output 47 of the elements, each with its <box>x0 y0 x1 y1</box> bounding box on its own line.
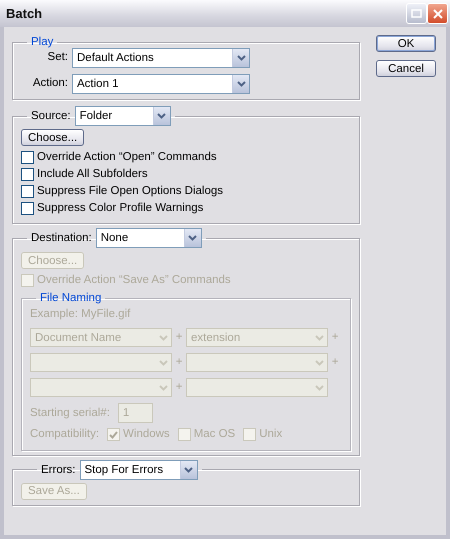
plus-sign: + <box>330 355 340 370</box>
close-button[interactable] <box>427 3 448 24</box>
field-label: Source: <box>31 109 71 123</box>
checkbox[interactable] <box>21 185 34 198</box>
field-label: Errors: <box>41 462 76 476</box>
dropdown[interactable]: None <box>96 228 202 248</box>
checkbox[interactable] <box>21 168 34 181</box>
field-label: Set: <box>46 50 68 66</box>
caret-icon <box>184 466 193 472</box>
example-text: Example: MyFile.gif <box>30 307 132 322</box>
caret-icon <box>158 384 168 391</box>
field-label: Destination: <box>31 231 92 245</box>
checkbox-label[interactable]: Include All Subfolders <box>37 166 148 184</box>
caret-icon <box>314 360 324 366</box>
caret-icon <box>158 334 168 341</box>
caret-icon <box>158 360 168 366</box>
checkbox[interactable] <box>21 202 34 215</box>
caret-icon <box>188 235 198 241</box>
checkbox[interactable] <box>21 151 34 164</box>
checkbox-label[interactable]: Suppress File Open Options Dialogs <box>37 182 224 200</box>
group-title: Play <box>30 35 54 49</box>
caret-icon <box>236 55 246 61</box>
checkbox-label[interactable]: Suppress Color Profile Warnings <box>37 200 204 218</box>
field-label: Action: <box>32 76 68 92</box>
dropdown[interactable]: Stop For Errors <box>80 460 198 480</box>
plus-sign: + <box>174 380 184 396</box>
cancel-button[interactable]: Cancel <box>376 60 436 77</box>
dropdown[interactable]: Folder <box>74 106 171 126</box>
ok-button[interactable]: OK <box>376 35 436 52</box>
plus-sign: + <box>174 355 184 370</box>
caret-icon <box>236 81 246 87</box>
dropdown[interactable]: Default Actions <box>72 48 250 68</box>
dropdown[interactable]: Action 1 <box>72 74 250 94</box>
caret-icon <box>157 113 166 119</box>
plus-sign: + <box>330 330 340 346</box>
field-label: Compatibility: <box>30 427 100 442</box>
choose-button[interactable]: Choose... <box>21 129 84 146</box>
group-title: File Naming <box>39 291 102 305</box>
field-label: Starting serial#: <box>30 406 110 421</box>
caret-icon <box>314 334 324 341</box>
checkbox-label[interactable]: Override Action “Open” Commands <box>37 148 217 166</box>
caret-icon <box>314 384 324 391</box>
plus-sign: + <box>174 330 184 346</box>
window-icon <box>411 9 422 18</box>
window-button[interactable] <box>406 3 427 24</box>
window-title: Batch <box>6 4 42 23</box>
close-icon <box>432 8 444 20</box>
